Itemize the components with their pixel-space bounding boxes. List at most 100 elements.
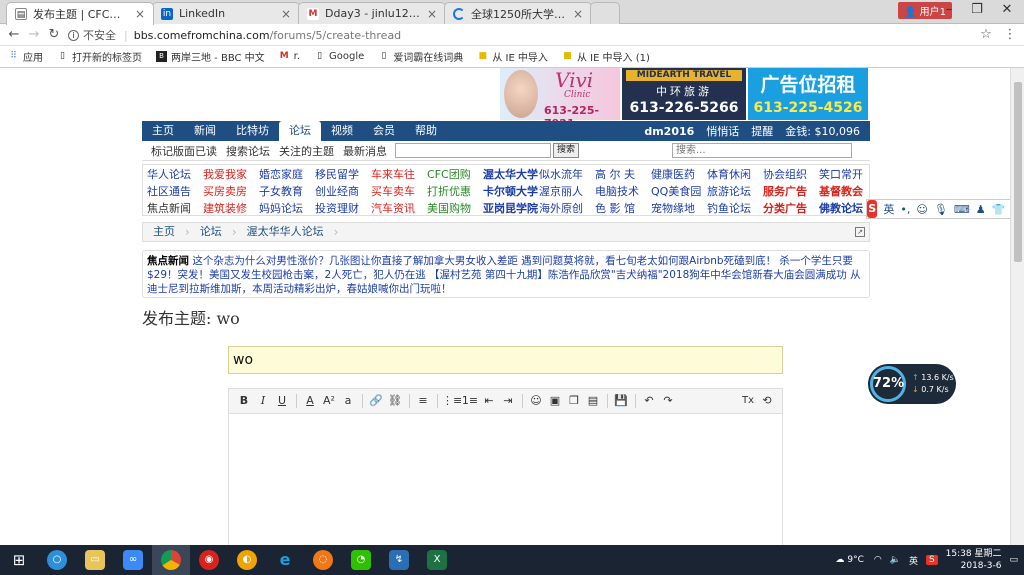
site-search-input[interactable] <box>672 143 852 158</box>
smiley-icon[interactable]: ☺ <box>527 392 545 410</box>
font-family-icon[interactable]: a <box>339 392 357 410</box>
underline-icon[interactable]: U <box>273 392 291 410</box>
bookmark-newtab[interactable]: ▯ 打开新的标签页 <box>57 49 142 64</box>
bold-icon[interactable]: B <box>235 392 253 410</box>
image-icon[interactable]: ▣ <box>546 392 564 410</box>
bullet-list-icon[interactable]: ⋮≡ <box>442 392 462 410</box>
taskbar-app[interactable]: ◐ <box>228 545 266 575</box>
forum-link[interactable]: 社区通告 <box>147 183 203 200</box>
taskbar-explorer[interactable]: ▭ <box>76 545 114 575</box>
close-icon[interactable]: × <box>135 7 145 21</box>
editor-body[interactable] <box>229 414 782 545</box>
latest-link[interactable]: 最新消息 <box>343 143 387 159</box>
page-scrollbar[interactable] <box>1010 68 1024 545</box>
forum-link[interactable]: 打折优惠 <box>427 183 483 200</box>
tab-cfc[interactable]: ▤ 发布主题 | CFC中文网 × <box>6 2 154 25</box>
search-button[interactable]: 搜索 <box>553 143 580 158</box>
new-tab-button[interactable] <box>590 2 620 24</box>
watched-threads-link[interactable]: 关注的主题 <box>279 143 334 159</box>
insert-icon[interactable]: ▤ <box>584 392 602 410</box>
save-icon[interactable]: 💾 <box>612 392 630 410</box>
thread-title-input[interactable]: wo <box>228 346 783 374</box>
forum-link[interactable]: 渥京丽人 <box>539 183 595 200</box>
forum-link[interactable]: 服务广告 <box>763 183 819 200</box>
close-icon[interactable]: × <box>573 7 583 21</box>
bookmark-bbc[interactable]: B 两岸三地 - BBC 中文 <box>156 49 265 64</box>
forum-link[interactable]: 电脑技术 <box>595 183 651 200</box>
forum-link[interactable]: 妈妈论坛 <box>259 200 315 217</box>
reload-button[interactable]: ↻ <box>46 27 62 43</box>
back-button[interactable]: ← <box>6 27 22 43</box>
forum-link[interactable]: 高 尔 夫 <box>595 166 651 183</box>
breadcrumb-forum[interactable]: 论坛 <box>190 223 232 241</box>
nav-news[interactable]: 新闻 <box>184 121 226 141</box>
menu-icon[interactable]: ⋮ <box>1002 27 1018 43</box>
font-color-icon[interactable]: A <box>301 392 319 410</box>
window-close-button[interactable]: ✕ <box>992 0 1022 20</box>
breadcrumb-ottawa[interactable]: 渥太华华人论坛 <box>237 223 334 241</box>
forum-link[interactable]: 似水流年 <box>539 166 595 183</box>
taskbar-chrome[interactable] <box>152 545 190 575</box>
link-icon[interactable]: 🔗 <box>367 392 385 410</box>
forum-link[interactable]: 钓鱼论坛 <box>707 200 763 217</box>
forum-link[interactable]: 投资理财 <box>315 200 371 217</box>
forum-link[interactable]: 华人论坛 <box>147 166 203 183</box>
keyboard-icon[interactable]: ⌨ <box>954 203 970 216</box>
mark-read-link[interactable]: 标记版面已读 <box>151 143 217 159</box>
bookmark-ie-import[interactable]: ■ 从 IE 中导入 <box>477 49 548 64</box>
punctuation-icon[interactable]: •, <box>900 203 910 216</box>
forum-link[interactable]: 色 影 馆 <box>595 200 651 217</box>
bookmark-gmail[interactable]: Mr. <box>279 51 300 62</box>
forum-link[interactable]: 亚岗昆学院 <box>483 200 539 217</box>
weather-icon[interactable]: ☁ <box>835 555 844 565</box>
forum-link[interactable]: 创业经商 <box>315 183 371 200</box>
quick-search-input[interactable] <box>395 143 551 158</box>
font-size-icon[interactable]: A² <box>320 392 338 410</box>
remove-format-icon[interactable]: Tx <box>739 392 757 410</box>
forum-link[interactable]: 基督教会 <box>819 183 875 200</box>
tab-linkedin[interactable]: in LinkedIn × <box>152 2 300 24</box>
minimize-button[interactable]: – <box>934 0 964 20</box>
forum-link[interactable]: 协会组织 <box>763 166 819 183</box>
forum-link[interactable]: 分类广告 <box>763 200 819 217</box>
forum-link[interactable]: 焦点新闻 <box>147 200 203 217</box>
taskbar-app3[interactable]: ↯ <box>380 545 418 575</box>
nav-home[interactable]: 主页 <box>142 121 184 141</box>
forum-link[interactable]: 建筑装修 <box>203 200 259 217</box>
network-speed-widget[interactable]: 72% ↑ 13.6 K/s ↓ 0.7 K/s <box>868 364 956 404</box>
ad-vivi-clinic[interactable]: Vivi Clinic 613-225-7921 <box>500 68 620 130</box>
nav-bitfang[interactable]: 比特坊 <box>226 121 279 141</box>
forum-link[interactable]: 我爱我家 <box>203 166 259 183</box>
undo-icon[interactable]: ↶ <box>640 392 658 410</box>
taskbar-netease[interactable]: ◉ <box>190 545 228 575</box>
nav-members[interactable]: 会员 <box>363 121 405 141</box>
forum-link[interactable]: 笑口常开 <box>819 166 875 183</box>
start-button[interactable]: ⊞ <box>0 545 38 575</box>
maximize-button[interactable]: ❐ <box>962 0 992 20</box>
clock[interactable]: 15:38 星期二 2018-3-6 <box>946 548 1002 572</box>
forum-link[interactable]: 汽车资讯 <box>371 200 427 217</box>
forum-link[interactable]: 卡尔顿大学 <box>483 183 539 200</box>
emoji-icon[interactable]: ☺ <box>916 203 927 216</box>
external-link-icon[interactable]: ↗ <box>855 227 865 237</box>
ad-for-rent[interactable]: 广告位招租 613-225-4526 <box>748 68 868 120</box>
forum-link[interactable]: 车来车往 <box>371 166 427 183</box>
username-link[interactable]: dm2016 <box>644 125 694 138</box>
unlink-icon[interactable]: ⛓ <box>386 392 404 410</box>
notification-icon[interactable]: ▭ <box>1009 555 1018 565</box>
breadcrumb-home[interactable]: 主页 <box>143 223 185 241</box>
forum-link[interactable]: QQ美食园 <box>651 183 707 200</box>
taskbar-wechat[interactable]: ◔ <box>342 545 380 575</box>
media-icon[interactable]: ❐ <box>565 392 583 410</box>
news-text[interactable]: 这个杂志为什么对男性涨价？几张图让你直接了解加拿大男女收入差距 遇到问题莫将就，… <box>147 255 861 295</box>
bookmark-apps[interactable]: ⠿ 应用 <box>8 49 43 64</box>
forum-link[interactable]: CFC团购 <box>427 166 483 183</box>
scrollbar-thumb[interactable] <box>1014 82 1022 262</box>
forum-link[interactable]: 健康医药 <box>651 166 707 183</box>
bookmark-star-icon[interactable]: ☆ <box>978 27 994 43</box>
taskbar-ie[interactable]: e <box>266 545 304 575</box>
close-icon[interactable]: × <box>427 7 437 21</box>
volume-icon[interactable]: 🔈 <box>890 555 901 565</box>
bookmark-iciba[interactable]: ▯ 爱词霸在线词典 <box>378 49 463 64</box>
taskbar-excel[interactable]: X <box>418 545 456 575</box>
